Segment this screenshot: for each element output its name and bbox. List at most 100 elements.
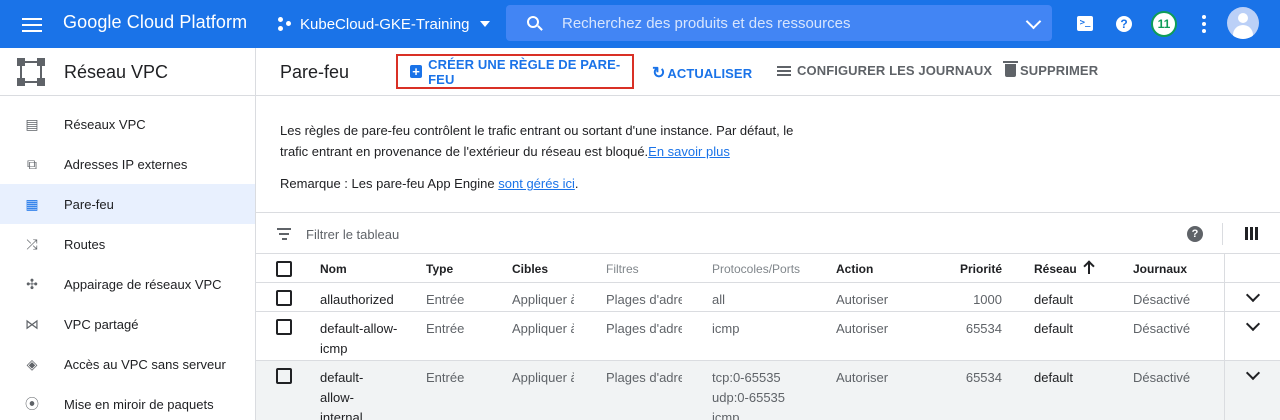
rule-name[interactable]: allauthorized [320, 290, 410, 310]
row-checkbox[interactable] [276, 319, 292, 335]
column-header-priorite[interactable]: Priorité [946, 259, 1002, 279]
table-row[interactable]: allauthorized Entrée Appliquer à Plages … [256, 283, 1280, 312]
rule-name[interactable]: default-allow-icmp [320, 319, 410, 359]
sidebar-title: Réseau VPC [64, 62, 169, 82]
delete-button-label: SUPPRIMER [1020, 63, 1099, 78]
network-icon: ▤ [25, 116, 39, 132]
search-input[interactable] [562, 14, 1012, 32]
rule-network[interactable]: default [1034, 319, 1073, 339]
row-checkbox[interactable] [276, 368, 292, 384]
rule-type: Entrée [426, 370, 465, 385]
sidebar-item-label: Accès au VPC sans serveur [64, 356, 226, 372]
peering-icon: ✣ [26, 276, 38, 292]
column-header-reseau[interactable]: Réseau [1034, 259, 1077, 279]
rule-logs: Désactivé [1133, 370, 1191, 385]
cloud-shell-icon[interactable]: >_ [1073, 12, 1097, 36]
page-title: Pare-feu [280, 62, 350, 82]
note-text: Remarque : Les pare-feu App Engine [280, 176, 499, 191]
expand-more-icon[interactable] [1246, 291, 1258, 303]
sidebar-item-appairage[interactable]: ✣ Appairage de réseaux VPC [0, 264, 255, 304]
create-firewall-rule-button[interactable]: + CRÉER UNE RÈGLE DE PARE-FEU [396, 54, 634, 89]
rule-action: Autoriser [836, 321, 889, 336]
rule-targets: Appliquer à [512, 321, 574, 336]
create-button-label: CRÉER UNE RÈGLE DE PARE-FEU [428, 56, 621, 87]
expand-more-icon[interactable] [1246, 369, 1258, 381]
filter-input[interactable] [306, 224, 806, 244]
menu-icon[interactable] [20, 14, 44, 34]
list-icon [777, 64, 791, 78]
filter-icon [276, 228, 292, 243]
sidebar-item-vpc-partage[interactable]: ⋈ VPC partagé [0, 304, 255, 344]
sidebar-item-adresses-ip[interactable]: ⧉ Adresses IP externes [0, 144, 255, 184]
rule-protocols: all [712, 292, 726, 307]
column-header-type[interactable]: Type [426, 259, 453, 279]
managed-here-link[interactable]: sont gérés ici [498, 176, 575, 191]
divider [1222, 223, 1223, 245]
project-dots-icon [278, 17, 292, 31]
rule-logs: Désactivé [1133, 321, 1191, 336]
sidebar-item-label: Mise en miroir de paquets [64, 396, 214, 412]
firewall-rules-table: Nom Type Cibles Filtres Protocoles/Ports… [256, 254, 1280, 420]
column-header-journaux[interactable]: Journaux [1133, 259, 1187, 279]
rule-action: Autoriser [836, 370, 889, 385]
column-header-nom[interactable]: Nom [320, 259, 410, 279]
help-icon[interactable]: ? [1187, 226, 1203, 242]
sort-arrow-up-icon[interactable] [1083, 260, 1095, 274]
rule-targets: Appliquer à [512, 292, 574, 307]
help-icon[interactable]: ? [1112, 12, 1136, 36]
rule-network[interactable]: default [1034, 290, 1073, 310]
configure-logs-button[interactable]: CONFIGURER LES JOURNAUX [777, 63, 992, 78]
learn-more-link[interactable]: En savoir plus [648, 144, 730, 159]
sidebar-header: Réseau VPC [0, 48, 255, 96]
column-header-cibles[interactable]: Cibles [512, 259, 574, 279]
table-row[interactable]: default-allow-icmp Entrée Appliquer à Pl… [256, 312, 1280, 361]
column-display-icon[interactable] [1245, 227, 1258, 240]
row-checkbox[interactable] [276, 290, 292, 306]
external-ip-icon: ⧉ [27, 156, 37, 172]
trash-icon [1003, 61, 1018, 77]
rule-priority: 65534 [965, 370, 1002, 385]
routes-icon: ⤮ [26, 236, 38, 252]
search-bar[interactable] [506, 5, 1052, 41]
table-row[interactable]: default-allow-internal Entrée Appliquer … [256, 361, 1280, 420]
shared-vpc-icon: ⋈ [25, 316, 39, 332]
refresh-button[interactable]: ↻ ACTUALISER [652, 63, 752, 83]
sidebar-item-routes[interactable]: ⤮ Routes [0, 224, 255, 264]
project-selector[interactable]: KubeCloud-GKE-Training [278, 13, 490, 35]
rule-action: Autoriser [836, 292, 889, 307]
column-header-filtres[interactable]: Filtres [606, 259, 682, 279]
sidebar-item-pare-feu[interactable]: ▦ Pare-feu [0, 184, 255, 224]
chevron-down-icon[interactable] [1012, 5, 1052, 41]
sidebar-item-acces-vpc-sans-serveur[interactable]: ◈ Accès au VPC sans serveur [0, 344, 255, 384]
sidebar-item-mise-en-miroir[interactable]: ⦿ Mise en miroir de paquets [0, 384, 255, 420]
rule-filters: Plages d'adresses [606, 292, 682, 307]
delete-button[interactable]: SUPPRIMER [1003, 61, 1099, 78]
divider [1224, 361, 1225, 420]
rule-network[interactable]: default [1034, 368, 1073, 388]
brand-title[interactable]: Google Cloud Platform [63, 12, 247, 33]
rule-protocols: icmp [712, 321, 740, 336]
column-header-protocoles[interactable]: Protocoles/Ports [712, 259, 800, 279]
more-vert-icon[interactable] [1192, 12, 1216, 36]
expand-more-icon[interactable] [1246, 320, 1258, 332]
note-suffix: . [574, 176, 579, 191]
sidebar-item-label: Réseaux VPC [64, 116, 146, 132]
rule-targets: Appliquer à [512, 370, 574, 385]
rule-priority: 1000 [973, 292, 1002, 307]
description: Les règles de pare-feu contrôlent le tra… [280, 120, 820, 162]
column-header-action[interactable]: Action [836, 259, 873, 279]
table-header-row: Nom Type Cibles Filtres Protocoles/Ports… [256, 254, 1280, 283]
rule-priority: 65534 [965, 321, 1002, 336]
sidebar-item-reseaux-vpc[interactable]: ▤ Réseaux VPC [0, 104, 255, 144]
configure-logs-label: CONFIGURER LES JOURNAUX [797, 63, 993, 78]
top-app-bar: Google Cloud Platform KubeCloud-GKE-Trai… [0, 0, 1280, 48]
notifications-badge[interactable]: 11 [1151, 11, 1177, 37]
divider [1224, 254, 1225, 282]
select-all-checkbox[interactable] [276, 261, 292, 277]
caret-down-icon [479, 21, 490, 27]
avatar[interactable] [1227, 7, 1259, 39]
rule-type: Entrée [426, 292, 465, 307]
firewall-icon: ▦ [25, 196, 39, 212]
add-box-icon: + [410, 65, 423, 78]
rule-name[interactable]: default-allow-internal [320, 368, 380, 420]
